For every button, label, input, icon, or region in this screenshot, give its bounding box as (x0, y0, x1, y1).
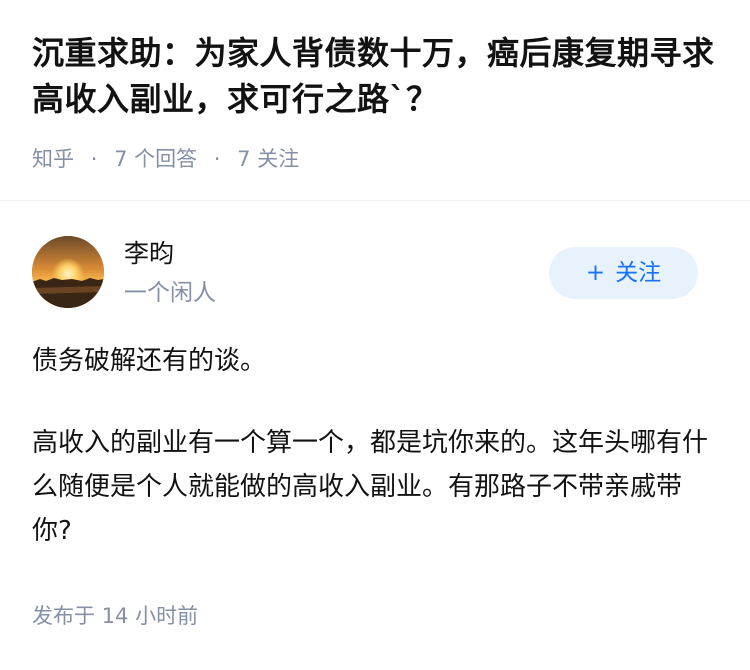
question-header: 沉重求助：为家人背债数十万，癌后康复期寻求高收入副业，求可行之路`？ 知乎 · … (0, 0, 750, 200)
follow-button-label: 关注 (615, 260, 662, 286)
published-time: 14 小时前 (101, 604, 199, 628)
question-meta: 知乎 · 7 个回答 · 7 关注 (32, 144, 299, 174)
author-avatar[interactable] (32, 236, 104, 308)
answer-content: 债务破解还有的谈。 高收入的副业有一个算一个，都是坑你来的。这年头哪有什么随便是… (32, 339, 718, 591)
answer-paragraph: 债务破解还有的谈。 (32, 346, 267, 376)
answer-card: 李昀 一个闲人 + 关注 债务破解还有的谈。 高收入的副业有一个算一个，都是坑你来… (0, 201, 750, 670)
answer-count[interactable]: 7 个回答 (114, 147, 197, 171)
follower-count[interactable]: 7 关注 (237, 147, 299, 171)
meta-separator: · (213, 147, 221, 171)
published-label: 发布于 (32, 604, 95, 628)
answer-paragraph: 高收入的副业有一个算一个，都是坑你来的。这年头哪有什么随便是个人就能做的高收入副… (32, 428, 709, 546)
meta-separator: · (90, 147, 98, 171)
follow-button[interactable]: + 关注 (549, 247, 698, 299)
question-title[interactable]: 沉重求助：为家人背债数十万，癌后康复期寻求高收入副业，求可行之路`？ (32, 30, 718, 122)
author-name[interactable]: 李昀 (124, 237, 174, 271)
plus-icon: + (585, 260, 606, 286)
answer-timestamp: 发布于 14 小时前 (32, 601, 198, 631)
sunset-avatar-icon (32, 236, 104, 308)
author-headline: 一个闲人 (124, 280, 216, 306)
source-label[interactable]: 知乎 (32, 147, 74, 171)
